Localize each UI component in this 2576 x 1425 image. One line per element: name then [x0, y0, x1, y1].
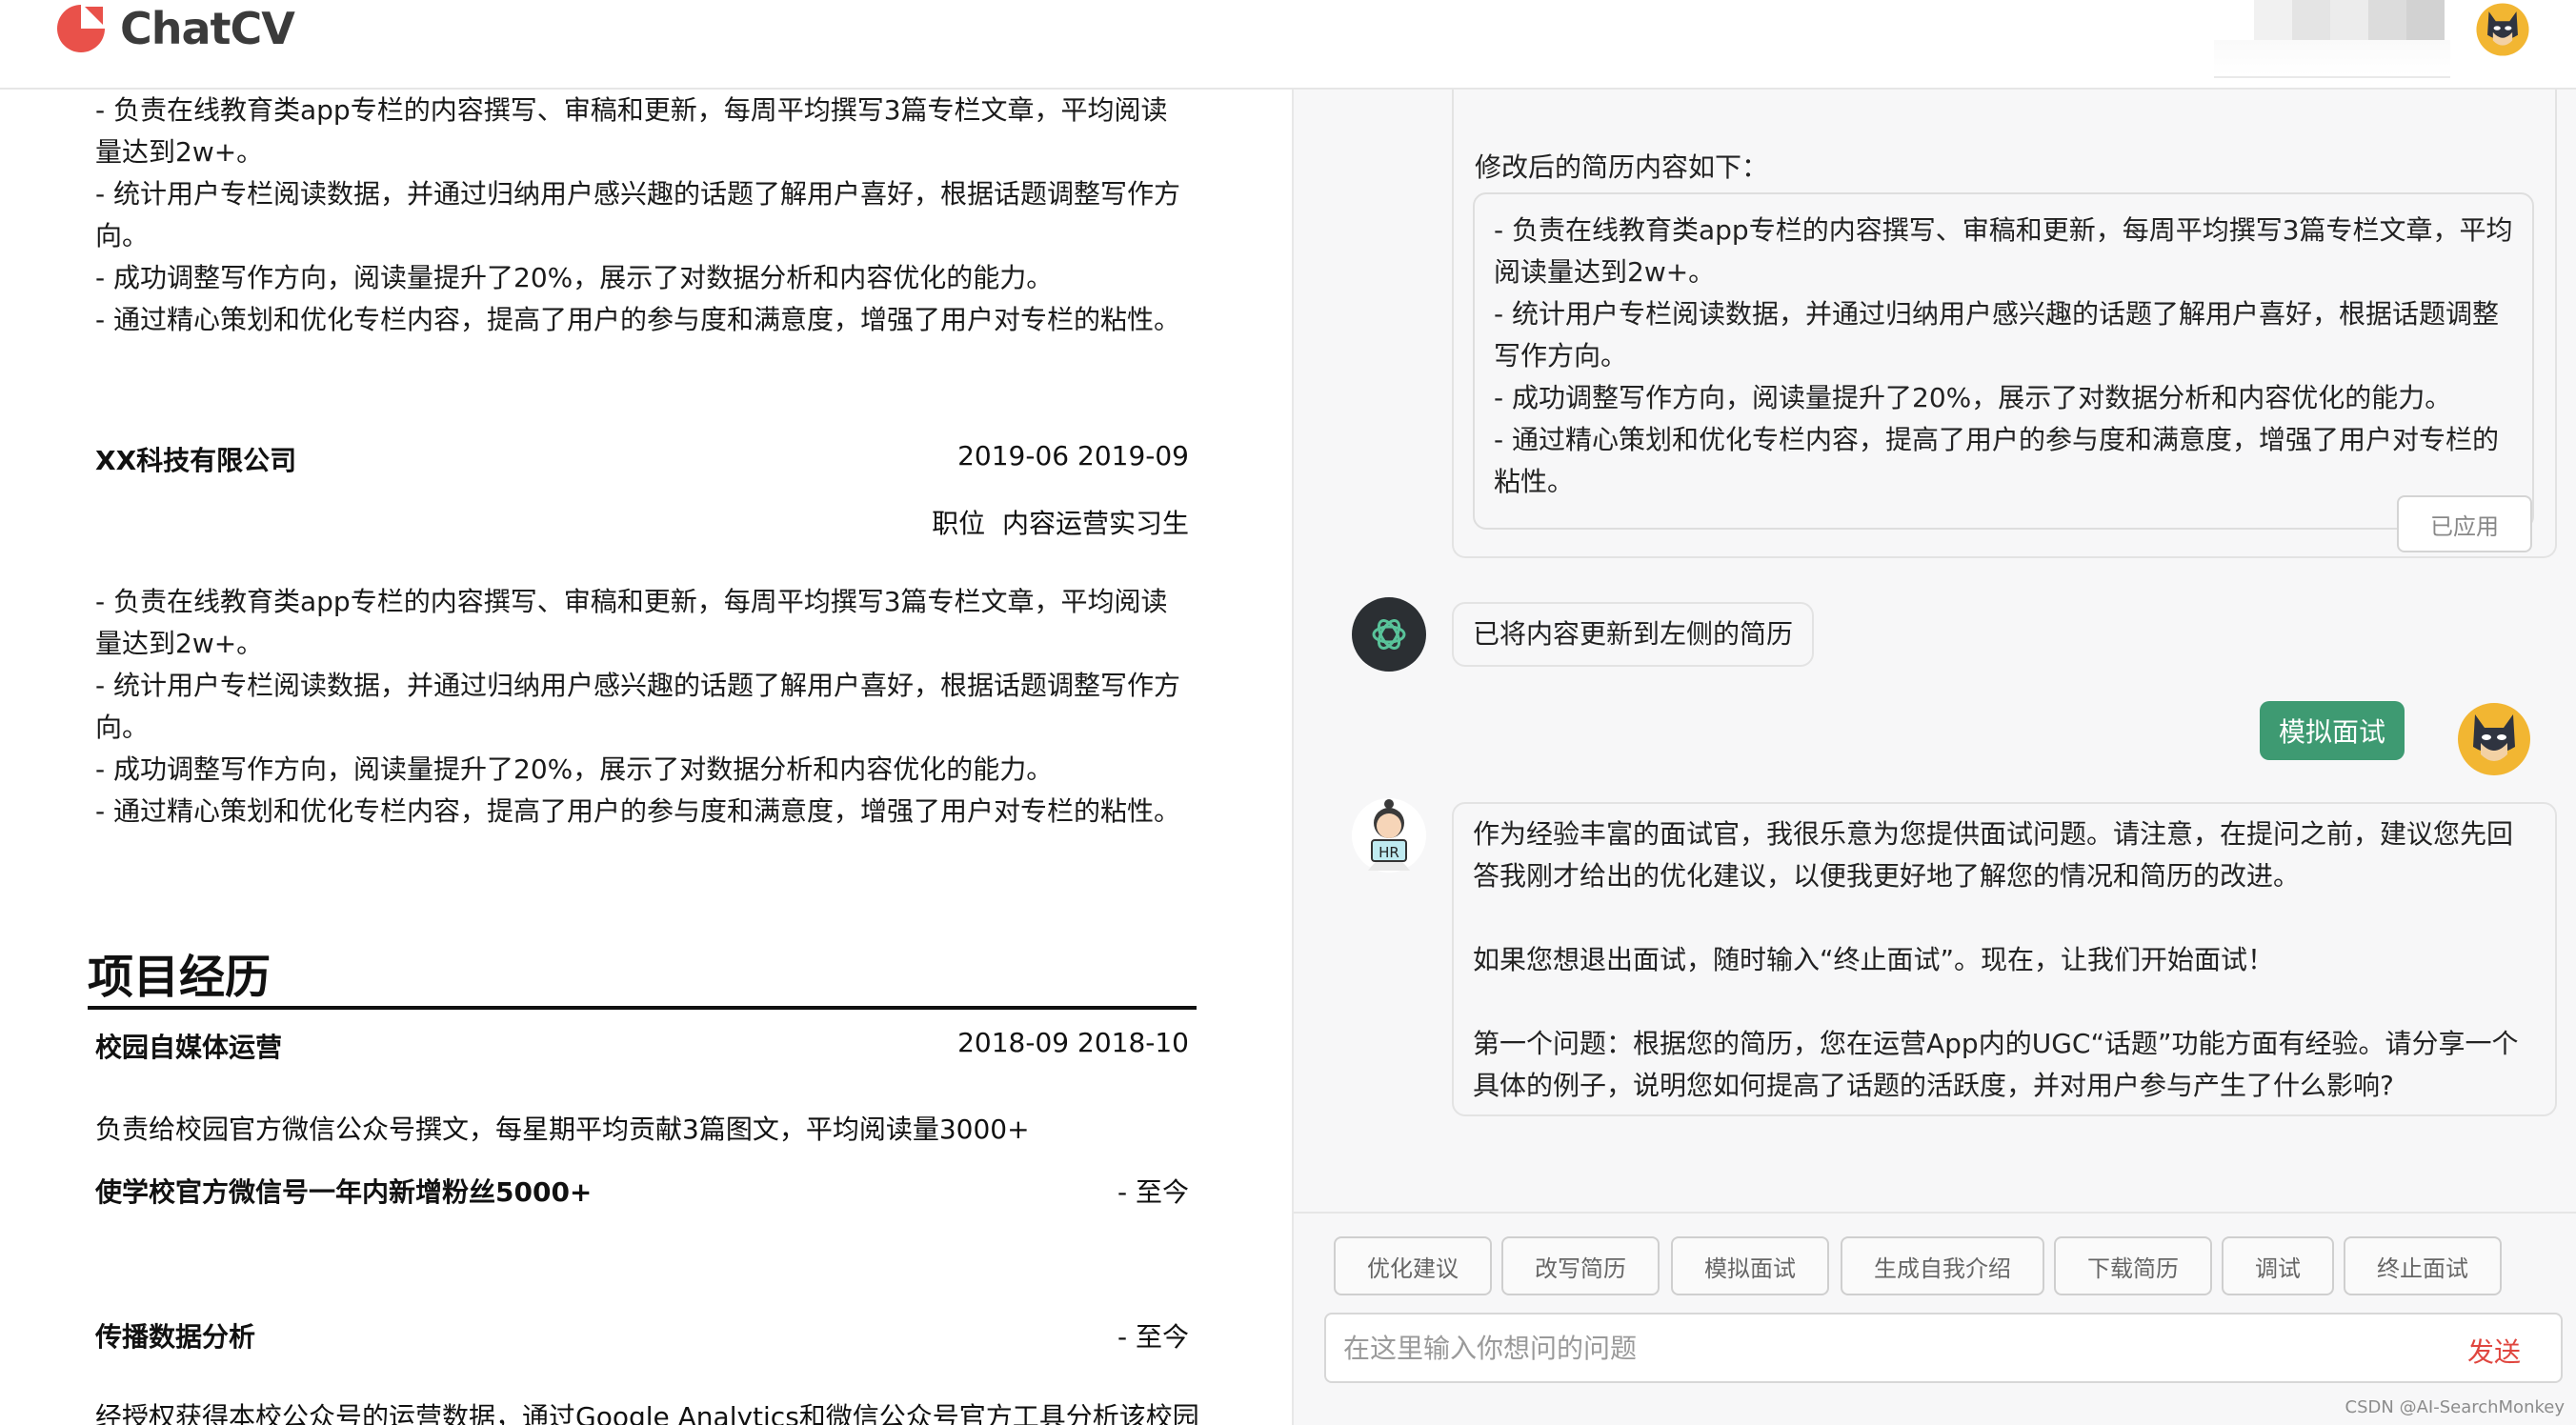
job2-position: 职位 内容运营实习生	[932, 503, 1189, 541]
interview-paragraph: 作为经验丰富的面试官，我很乐意为您提供面试问题。请注意，在提问之前，建议您先回答…	[1473, 818, 2514, 892]
bullet-line: - 通过精心策划和优化专栏内容，提高了用户的参与度和满意度，增强了用户对专栏的粘…	[95, 304, 1181, 335]
project1-dates: 2018-09 2018-10	[957, 1027, 1189, 1058]
pixel-block	[2254, 0, 2292, 40]
mock-interview-button[interactable]: 模拟面试	[1671, 1236, 1829, 1295]
debug-button[interactable]: 调试	[2222, 1236, 2334, 1295]
interview-paragraph	[1473, 897, 2536, 939]
section-divider	[88, 1006, 1197, 1010]
project2-name: 传播数据分析	[95, 1321, 256, 1353]
pixel-block	[2368, 0, 2406, 40]
end-interview-button[interactable]: 终止面试	[2344, 1236, 2502, 1295]
job1-bullets: - 负责在线教育类app专栏的内容撰写、审稿和更新，每周平均撰写3篇专栏文章，平…	[95, 90, 1191, 341]
resume-preview-panel: - 负责在线教育类app专栏的内容撰写、审稿和更新，每周平均撰写3篇专栏文章，平…	[0, 90, 1292, 1425]
pixel-block	[2330, 0, 2368, 40]
modified-bullet: - 成功调整写作方向，阅读量提升了20%，展示了对数据分析和内容优化的能力。	[1494, 382, 2452, 413]
applied-button[interactable]: 已应用	[2397, 495, 2532, 552]
position-value: 内容运营实习生	[1001, 508, 1189, 539]
modified-label: 修改后的简历内容如下：	[1475, 151, 1769, 183]
bullet-line: - 成功调整写作方向，阅读量提升了20%，展示了对数据分析和内容优化的能力。	[95, 262, 1054, 293]
app-title: ChatCV	[120, 3, 295, 54]
bullet-line: - 成功调整写作方向，阅读量提升了20%，展示了对数据分析和内容优化的能力。	[95, 753, 1054, 785]
generate-intro-button[interactable]: 生成自我介绍	[1841, 1236, 2044, 1295]
pixel-block	[2292, 0, 2330, 40]
project1-name: 校园自媒体运营	[95, 1032, 283, 1063]
bullet-line: - 负责在线教育类app专栏的内容撰写、审稿和更新，每周平均撰写3篇专栏文章，平…	[95, 94, 1168, 168]
user-avatar-icon[interactable]	[2475, 2, 2530, 57]
bullet-line: - 统计用户专栏阅读数据，并通过归纳用户感兴趣的话题了解用户喜好，根据话题调整写…	[95, 670, 1181, 743]
chat-toolbar: 优化建议 改写简历 模拟面试 生成自我介绍 下载简历 调试 终止面试 发送 CS…	[1294, 1212, 2576, 1425]
position-label: 职位	[932, 508, 986, 539]
project1-highlight: 使学校官方微信号一年内新增粉丝5000+	[95, 1176, 593, 1208]
dropdown-shadow	[2214, 40, 2450, 78]
interview-paragraph: 如果您想退出面试，随时输入“终止面试”。现在，让我们开始面试！	[1473, 944, 2275, 975]
project1-desc: 负责给校园官方微信公众号撰文，每星期平均贡献3篇图文，平均阅读量3000+	[95, 1114, 1030, 1145]
pixel-block	[2406, 0, 2445, 40]
hr-avatar-icon: HR	[1352, 798, 1426, 873]
optimize-suggestion-button[interactable]: 优化建议	[1334, 1236, 1492, 1295]
modified-bullet: - 负责在线教育类app专栏的内容撰写、审稿和更新，每周平均撰写3篇专栏文章，平…	[1494, 214, 2513, 288]
send-button[interactable]: 发送	[2467, 1332, 2521, 1370]
section-title-projects: 项目经历	[88, 951, 272, 1004]
project1-highlight-date: - 至今	[1117, 1176, 1189, 1208]
assistant-message-updated: 已将内容更新到左侧的简历	[1452, 602, 1815, 667]
assistant-message-modified: 修改后的简历内容如下： - 负责在线教育类app专栏的内容撰写、审稿和更新，每周…	[1452, 90, 2557, 558]
job2-bullets: - 负责在线教育类app专栏的内容撰写、审稿和更新，每周平均撰写3篇专栏文章，平…	[95, 581, 1191, 833]
top-bar: ChatCV	[0, 0, 2576, 90]
bullet-line: - 负责在线教育类app专栏的内容撰写、审稿和更新，每周平均撰写3篇专栏文章，平…	[95, 586, 1168, 659]
user-avatar-icon	[2458, 703, 2530, 775]
message-input[interactable]	[1343, 1315, 2391, 1381]
bullet-line: - 统计用户专栏阅读数据，并通过归纳用户感兴趣的话题了解用户喜好，根据话题调整写…	[95, 178, 1181, 251]
download-resume-button[interactable]: 下载简历	[2054, 1236, 2212, 1295]
chatcv-logo-icon	[57, 5, 105, 52]
modified-bullet: - 通过精心策划和优化专栏内容，提高了用户的参与度和满意度，增强了用户对专栏的粘…	[1494, 424, 2500, 497]
project2-dates: - 至今	[1117, 1321, 1189, 1353]
job2-dates: 2019-06 2019-09	[957, 440, 1189, 472]
project2-desc: 经授权获得本校公众号的运营数据，通过Google Analytics和微信公众号…	[95, 1401, 1199, 1425]
chatgpt-avatar-icon	[1352, 597, 1426, 672]
interview-paragraph: 第一个问题：根据您的简历，您在运营App内的UGC“话题”功能方面有经验。请分享…	[1473, 1028, 2519, 1101]
job2-company: XX科技有限公司	[95, 445, 297, 476]
modified-content-box: - 负责在线教育类app专栏的内容撰写、审稿和更新，每周平均撰写3篇专栏文章，平…	[1473, 192, 2534, 530]
watermark: CSDN @AI-SearchMonkey	[2345, 1397, 2565, 1417]
message-input-container: 发送	[1324, 1313, 2563, 1383]
hr-label: HR	[1379, 844, 1399, 861]
assistant-message-interview: 作为经验丰富的面试官，我很乐意为您提供面试问题。请注意，在提问之前，建议您先回答…	[1452, 802, 2557, 1116]
user-message: 模拟面试	[2259, 701, 2405, 760]
interview-paragraph	[1473, 981, 2536, 1023]
pixelated-username	[2254, 0, 2445, 40]
rewrite-resume-button[interactable]: 改写简历	[1501, 1236, 1660, 1295]
app-logo[interactable]: ChatCV	[53, 0, 295, 57]
modified-bullet: - 统计用户专栏阅读数据，并通过归纳用户感兴趣的话题了解用户喜好，根据话题调整写…	[1494, 298, 2500, 371]
chat-panel: 修改后的简历内容如下： - 负责在线教育类app专栏的内容撰写、审稿和更新，每周…	[1292, 90, 2576, 1425]
bullet-line: - 通过精心策划和优化专栏内容，提高了用户的参与度和满意度，增强了用户对专栏的粘…	[95, 795, 1181, 827]
